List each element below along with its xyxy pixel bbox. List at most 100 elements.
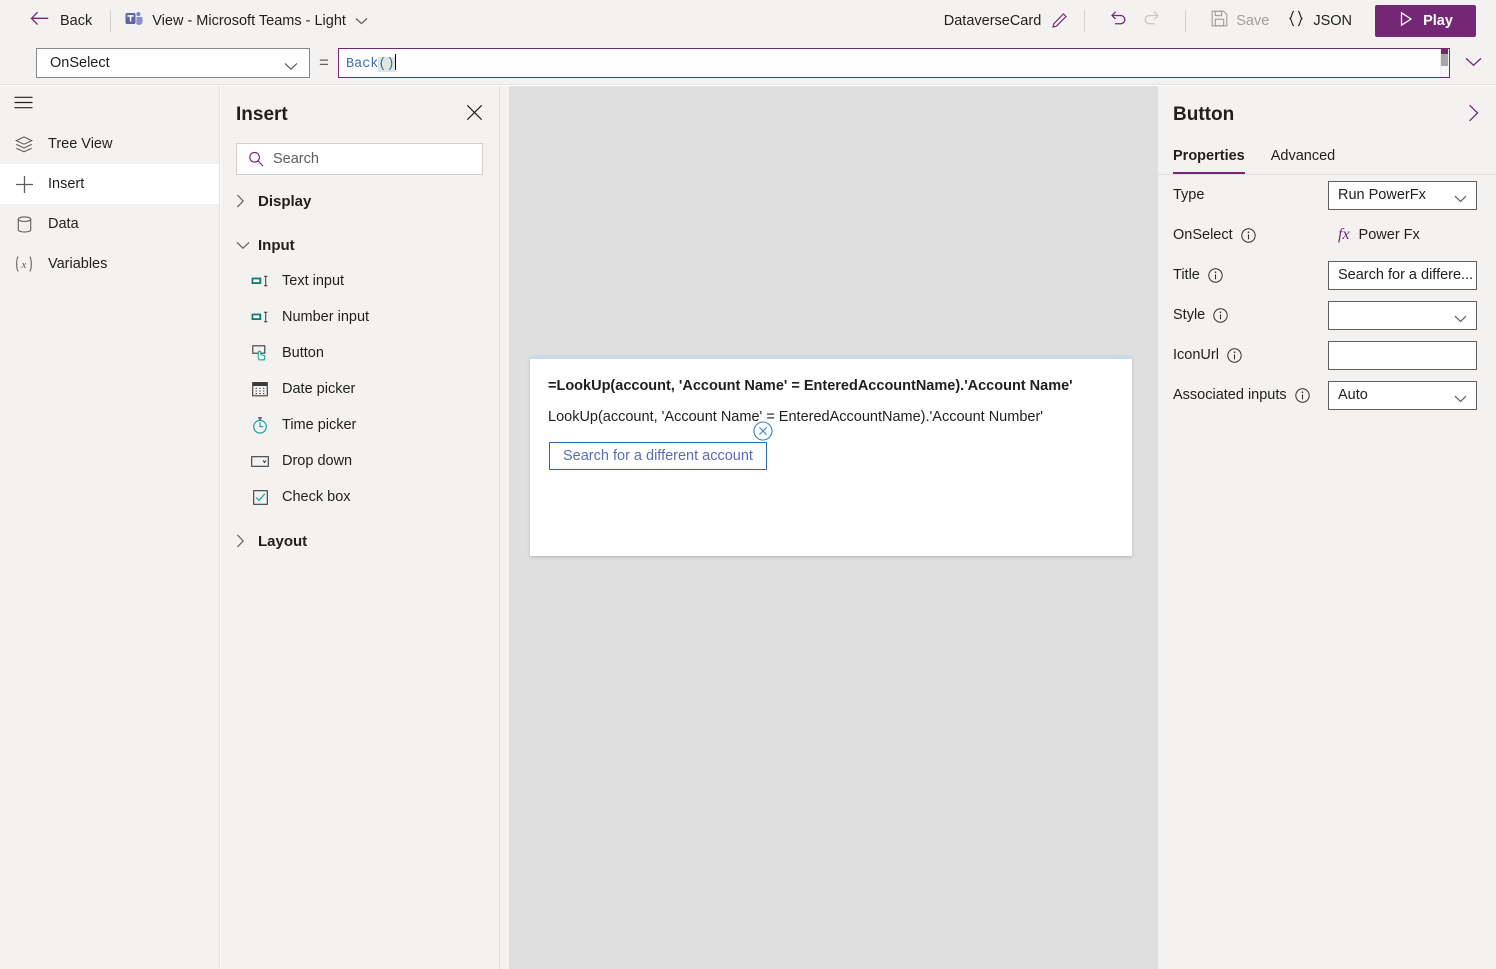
- variable-x-icon: x: [14, 255, 34, 273]
- back-button[interactable]: Back: [30, 11, 92, 30]
- save-label: Save: [1236, 12, 1270, 29]
- card-search-button[interactable]: Search for a different account: [549, 442, 767, 470]
- left-rail: Tree View Insert Data x Variables: [0, 86, 220, 969]
- info-icon[interactable]: [1208, 267, 1223, 283]
- tab-properties[interactable]: Properties: [1173, 138, 1245, 174]
- adaptive-card-preview[interactable]: =LookUp(account, 'Account Name' = Entere…: [530, 356, 1132, 556]
- insert-item-label: Button: [282, 345, 324, 361]
- redo-icon: [1142, 9, 1162, 32]
- sidebar-item-variables[interactable]: x Variables: [0, 244, 219, 284]
- property-control: Auto: [1328, 380, 1477, 410]
- onselect-powerfx-button[interactable]: fx Power Fx: [1328, 226, 1420, 244]
- insert-item-date-picker[interactable]: Date picker: [221, 371, 499, 407]
- card-text-line-2[interactable]: LookUp(account, 'Account Name' = Entered…: [548, 409, 1043, 425]
- formula-bar: OnSelect = Back(): [0, 41, 1496, 85]
- arrow-left-icon: [30, 11, 49, 30]
- sidebar-item-insert[interactable]: Insert: [0, 164, 219, 204]
- top-command-bar: Back View - Microsoft Teams - Light Data…: [0, 0, 1496, 41]
- property-label-text: Type: [1173, 187, 1205, 203]
- menu-toggle-button[interactable]: [0, 86, 219, 124]
- play-label: Play: [1423, 12, 1453, 29]
- chevron-right-icon: [236, 534, 258, 548]
- design-canvas[interactable]: =LookUp(account, 'Account Name' = Entere…: [500, 86, 1158, 969]
- sidebar-item-label: Variables: [48, 256, 108, 272]
- curly-braces-icon: [1287, 10, 1305, 31]
- insert-panel-header: Insert: [221, 91, 499, 139]
- number-input-icon: [251, 311, 269, 323]
- property-label: OnSelect: [1173, 227, 1328, 243]
- chevron-right-icon: [236, 194, 258, 208]
- redo-button[interactable]: [1135, 5, 1169, 37]
- insert-group-label: Input: [258, 236, 295, 254]
- tab-advanced[interactable]: Advanced: [1271, 138, 1336, 174]
- close-panel-button[interactable]: [466, 104, 483, 126]
- app-name-label: DataverseCard: [943, 12, 1042, 29]
- insert-item-time-picker[interactable]: Time picker: [221, 407, 499, 443]
- canvas-left-gutter: [500, 86, 509, 969]
- search-input[interactable]: Search: [236, 143, 483, 175]
- layers-icon: [14, 135, 34, 153]
- info-icon[interactable]: [1227, 347, 1242, 363]
- properties-panel-header: Button: [1158, 91, 1496, 139]
- fx-icon: fx: [1338, 226, 1350, 243]
- property-label: Type: [1173, 187, 1328, 203]
- play-button[interactable]: Play: [1375, 4, 1476, 37]
- property-control: [1328, 340, 1477, 370]
- chevron-down-icon: [1454, 311, 1467, 327]
- type-select-value: Run PowerFx: [1338, 187, 1426, 203]
- json-button[interactable]: JSON: [1278, 5, 1361, 37]
- collapse-panel-button[interactable]: [1468, 104, 1480, 127]
- insert-item-label: Date picker: [282, 381, 356, 397]
- info-icon[interactable]: [1213, 307, 1228, 323]
- property-select[interactable]: OnSelect: [36, 47, 310, 78]
- pencil-icon[interactable]: [1051, 12, 1068, 29]
- insert-item-number-input[interactable]: Number input: [221, 299, 499, 335]
- property-row-type: Type Run PowerFx: [1158, 175, 1496, 215]
- formula-expand-button[interactable]: [1450, 41, 1496, 85]
- formula-input[interactable]: Back(): [338, 47, 1450, 78]
- type-select[interactable]: Run PowerFx: [1328, 180, 1477, 210]
- insert-item-label: Text input: [282, 273, 345, 289]
- equals-sign: =: [319, 52, 329, 72]
- property-control: Run PowerFx: [1328, 180, 1477, 210]
- associated-inputs-select[interactable]: Auto: [1328, 380, 1477, 410]
- chevron-down-icon: [284, 59, 298, 75]
- formula-scrollbar[interactable]: [1440, 48, 1449, 77]
- iconurl-input[interactable]: [1328, 340, 1477, 370]
- sidebar-item-tree-view[interactable]: Tree View: [0, 124, 219, 164]
- save-disk-icon: [1211, 10, 1228, 31]
- insert-group-input[interactable]: Input: [221, 227, 499, 263]
- formula-function-token: Back: [346, 56, 379, 72]
- insert-group-label: Display: [258, 192, 312, 210]
- calendar-icon: [251, 381, 269, 397]
- property-row-onselect: OnSelect fx Power Fx: [1158, 215, 1496, 255]
- info-icon[interactable]: [1240, 227, 1256, 243]
- card-search-button-label: Search for a different account: [563, 448, 753, 464]
- insert-item-check-box[interactable]: Check box: [221, 479, 499, 515]
- undo-button[interactable]: [1101, 5, 1135, 37]
- insert-group-layout[interactable]: Layout: [221, 523, 499, 559]
- insert-item-drop-down[interactable]: Drop down: [221, 443, 499, 479]
- property-label-text: Title: [1173, 267, 1200, 283]
- property-row-title: Title Search for a differe...: [1158, 255, 1496, 295]
- property-label-text: Associated inputs: [1173, 387, 1287, 403]
- property-row-associated-inputs: Associated inputs Auto: [1158, 375, 1496, 415]
- play-triangle-icon: [1398, 11, 1414, 31]
- remove-circle-x-icon[interactable]: [753, 421, 773, 441]
- sidebar-item-data[interactable]: Data: [0, 204, 219, 244]
- insert-item-text-input[interactable]: Text input: [221, 263, 499, 299]
- title-input[interactable]: Search for a differe...: [1328, 260, 1477, 290]
- back-label: Back: [60, 12, 93, 29]
- insert-group-display[interactable]: Display: [221, 183, 499, 219]
- selected-control-title: Button: [1173, 104, 1235, 125]
- property-label: Title: [1173, 267, 1328, 283]
- card-text-line-1[interactable]: =LookUp(account, 'Account Name' = Entere…: [548, 378, 1073, 394]
- tab-label: Properties: [1173, 148, 1245, 164]
- style-select[interactable]: [1328, 300, 1477, 330]
- insert-item-label: Time picker: [282, 417, 357, 433]
- insert-item-button[interactable]: Button: [221, 335, 499, 371]
- document-title-button[interactable]: View - Microsoft Teams - Light: [125, 11, 368, 31]
- info-icon[interactable]: [1294, 387, 1310, 403]
- property-label-text: IconUrl: [1173, 347, 1219, 363]
- save-button[interactable]: Save: [1202, 5, 1278, 37]
